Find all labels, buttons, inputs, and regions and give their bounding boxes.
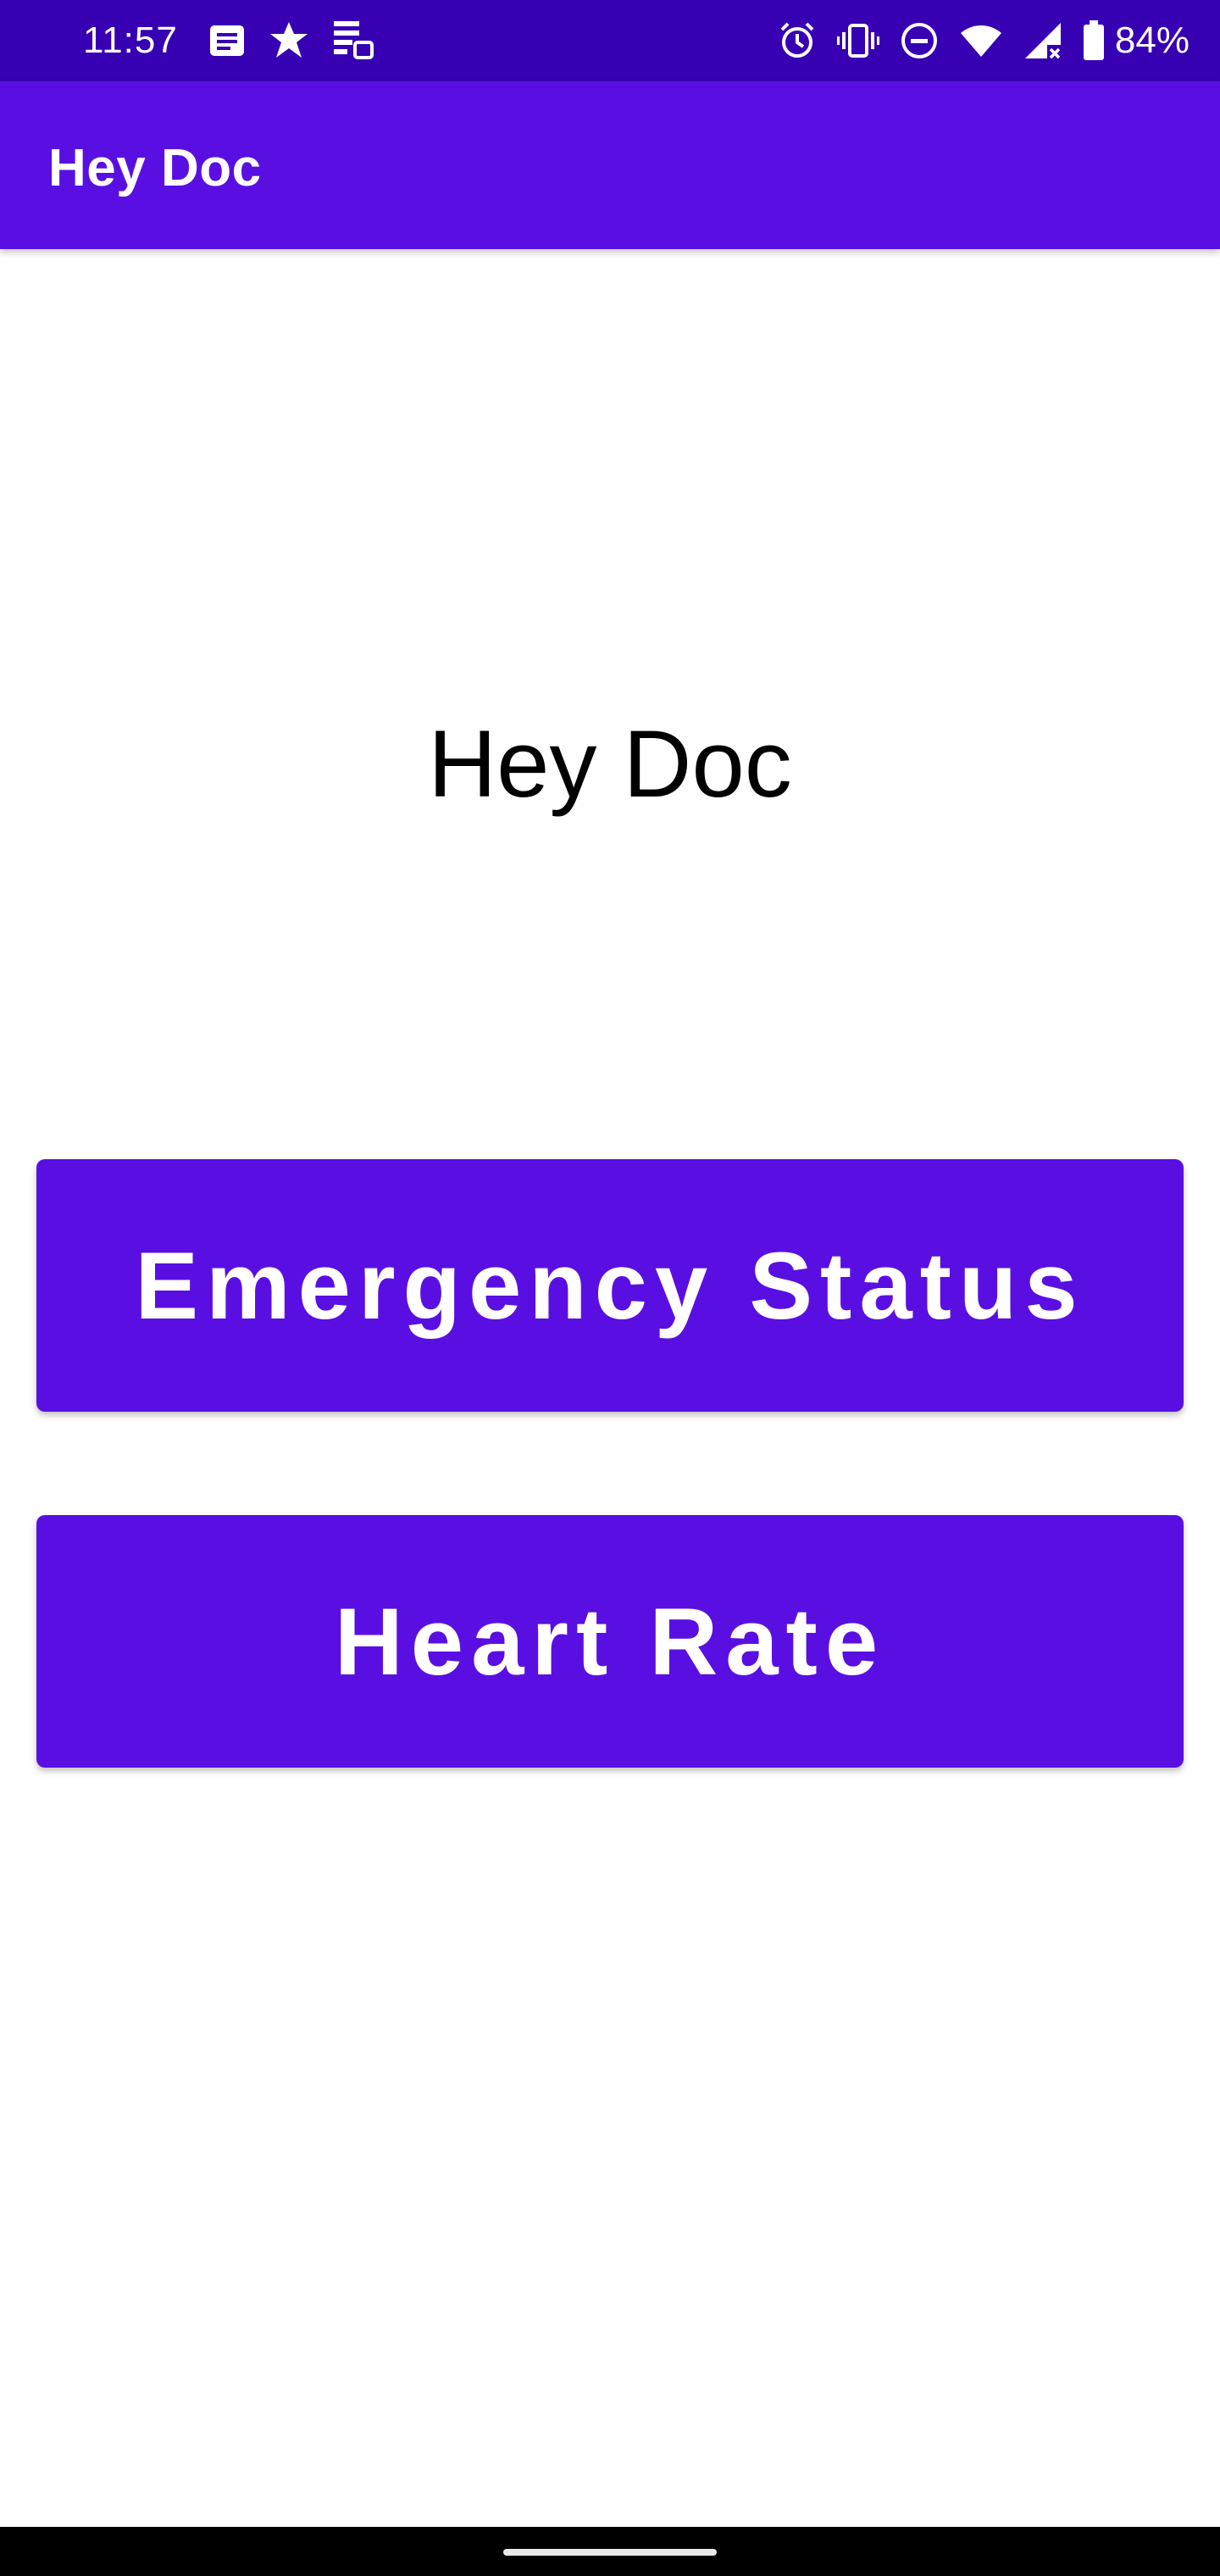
app-bar: Hey Doc [0,81,1220,249]
heart-rate-button[interactable]: Heart Rate [36,1515,1184,1768]
vibrate-icon [836,22,879,59]
home-gesture-handle[interactable] [503,2549,717,2556]
messages-icon [208,24,246,58]
app-bar-title: Hey Doc [48,139,262,197]
battery-icon [1083,20,1105,61]
status-bar: 11:57 84% [0,0,1220,81]
cellular-no-signal-icon [1023,21,1062,60]
pinwheel-icon [268,19,310,62]
emergency-status-button[interactable]: Emergency Status [36,1159,1184,1412]
notification-icons [208,19,374,63]
tasks-icon [332,19,374,62]
do-not-disturb-icon [900,21,939,60]
system-icons: 84% [778,19,1190,63]
battery-percent: 84% [1114,19,1190,61]
navigation-bar [0,2527,1220,2576]
alarm-icon [778,21,817,60]
page-title: Hey Doc [428,711,792,817]
status-time: 11:57 [83,19,178,61]
wifi-icon [959,23,1003,58]
